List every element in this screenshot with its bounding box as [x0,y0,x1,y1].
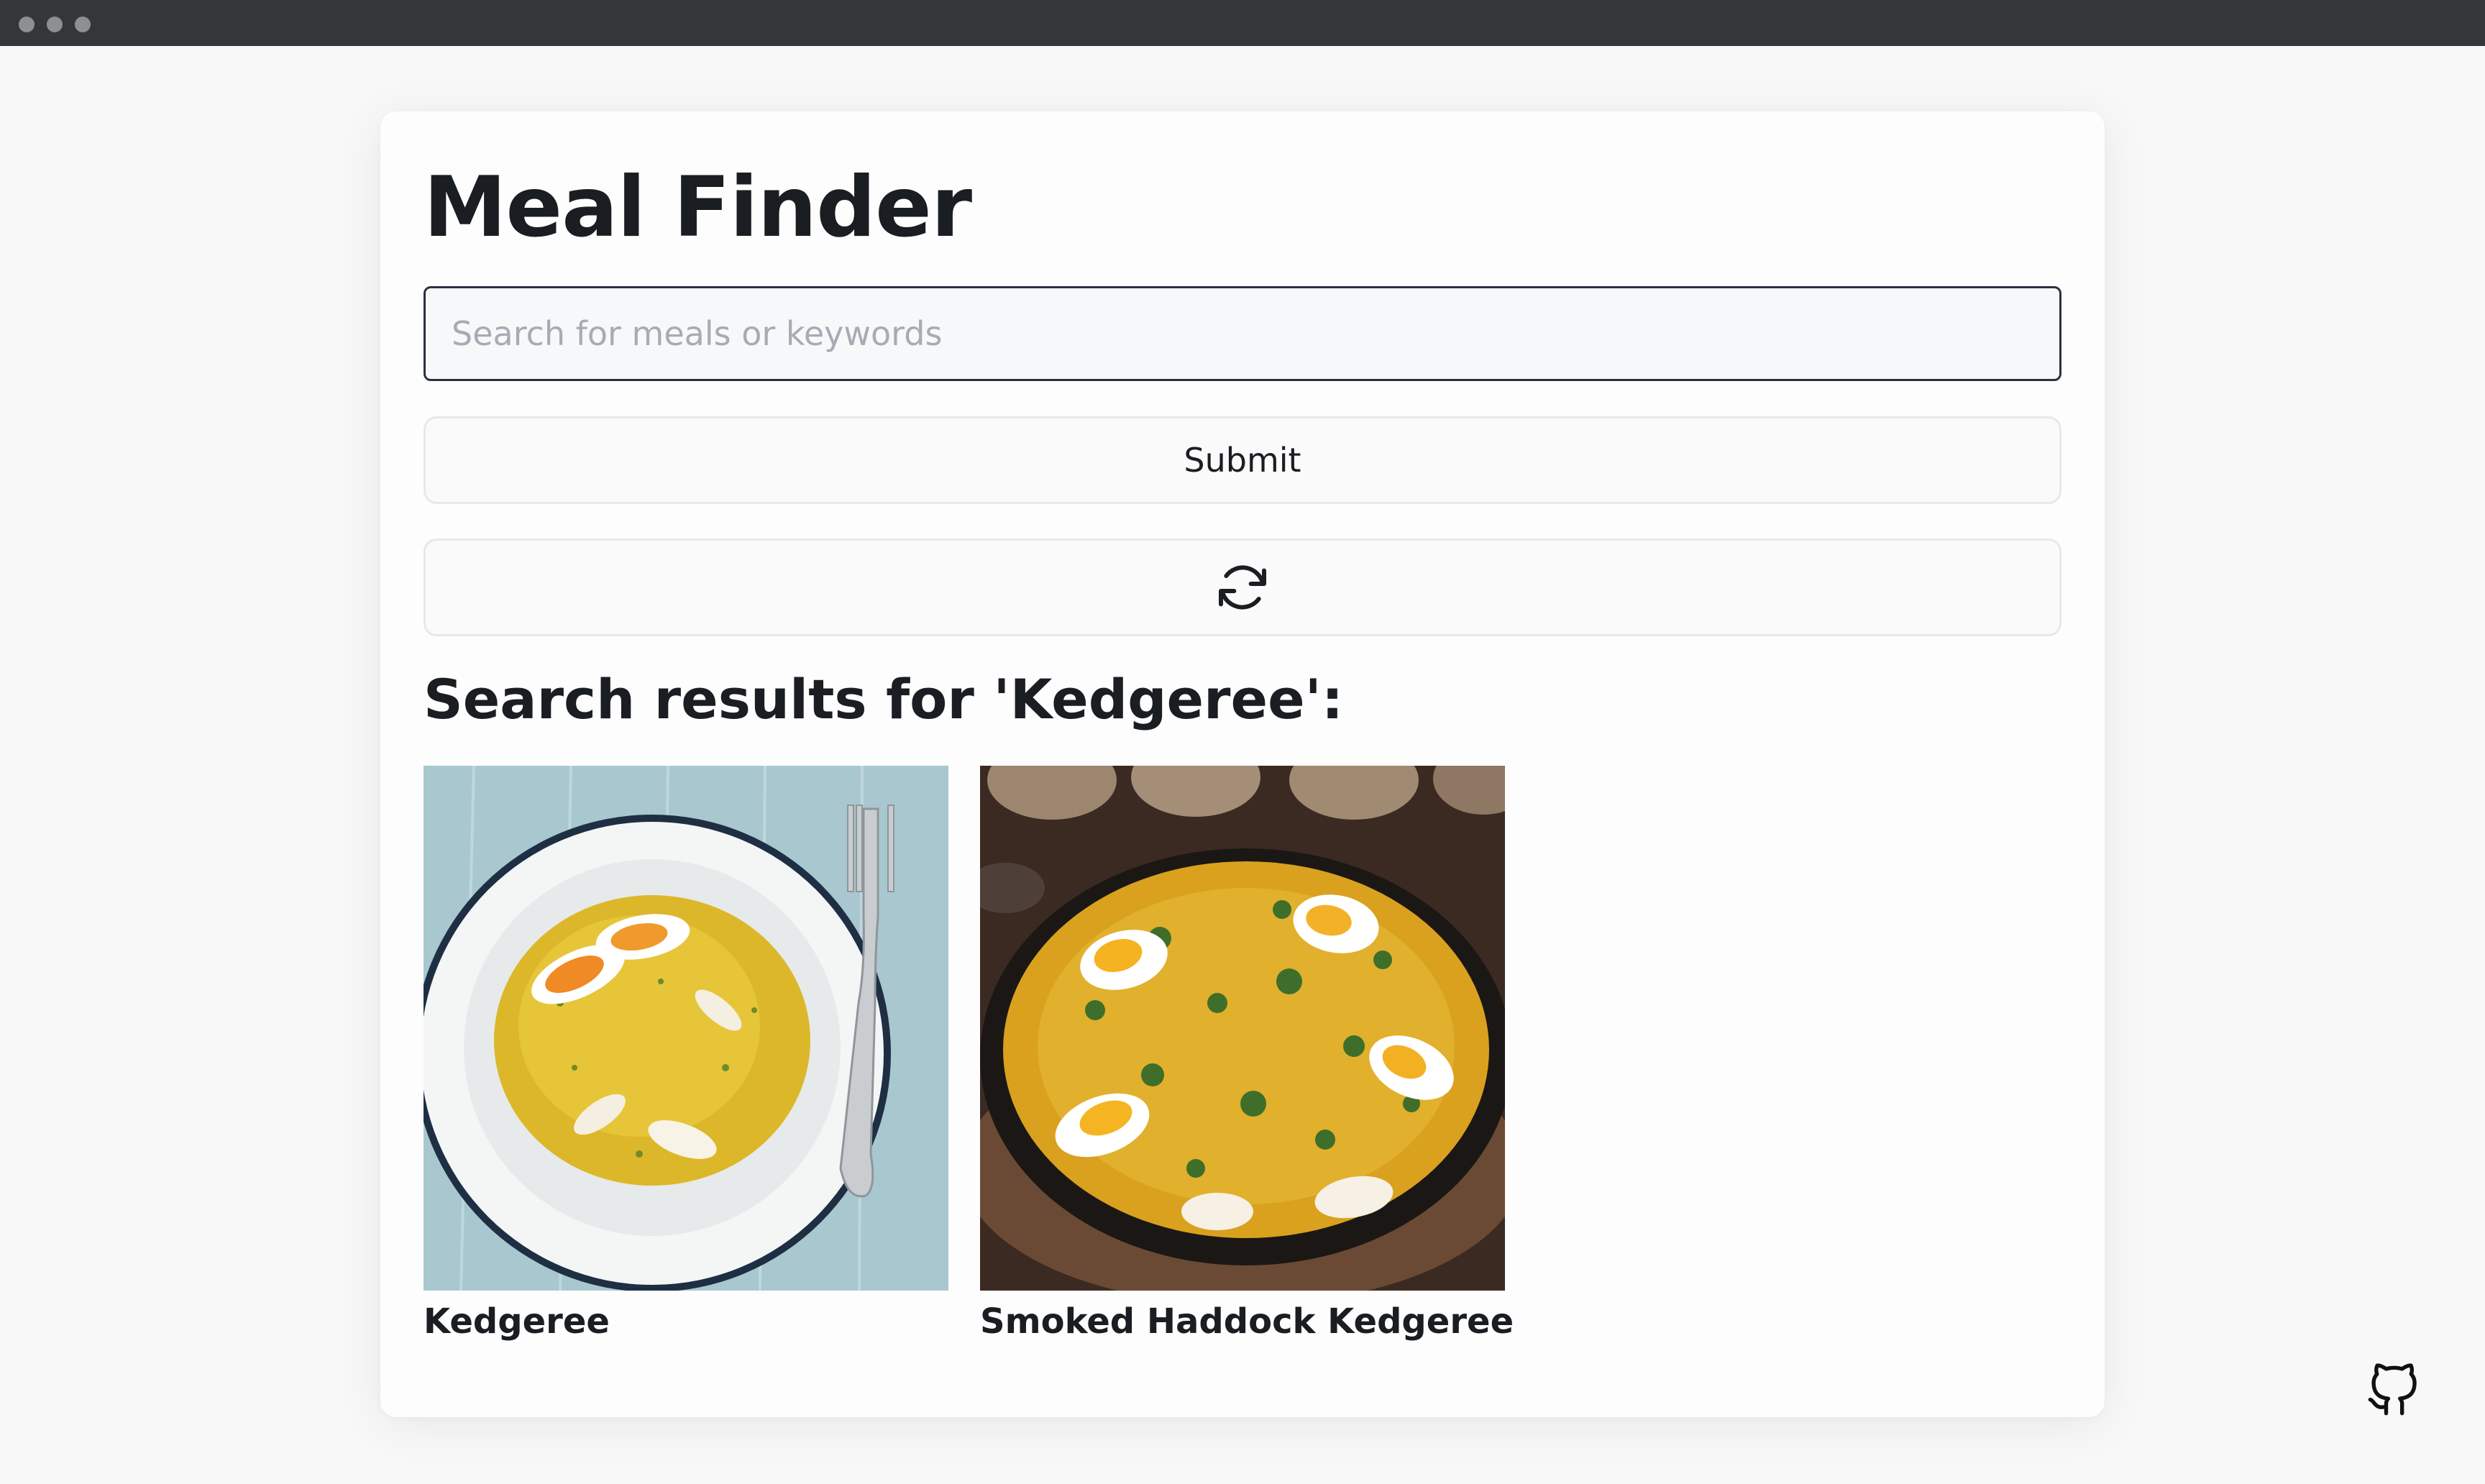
kedgeree-pan-photo [980,766,1505,1291]
results-heading: Search results for 'Kedgeree': [424,667,1344,731]
submit-button[interactable]: Submit [424,416,2061,504]
window-zoom-button[interactable] [75,17,91,32]
random-meal-button[interactable] [424,539,2061,636]
meal-card[interactable]: Kedgeree [424,766,948,1344]
github-icon [2368,1363,2417,1416]
meal-image[interactable] [424,766,948,1291]
page-title: Meal Finder [424,159,972,256]
window-minimize-button[interactable] [47,17,63,32]
meal-title[interactable]: Smoked Haddock Kedgeree [980,1299,1514,1344]
github-link[interactable] [2366,1363,2420,1418]
meal-finder-card: Meal Finder Submit Search results for 'K… [380,111,2105,1417]
window-close-button[interactable] [19,17,35,32]
search-input[interactable] [424,286,2061,381]
refresh-icon [1219,565,1266,610]
meal-card[interactable]: Smoked Haddock Kedgeree [980,766,1514,1344]
kedgeree-plate-photo [424,766,948,1291]
meal-image[interactable] [980,766,1505,1291]
meal-title[interactable]: Kedgeree [424,1299,948,1344]
window-titlebar [0,0,2485,46]
